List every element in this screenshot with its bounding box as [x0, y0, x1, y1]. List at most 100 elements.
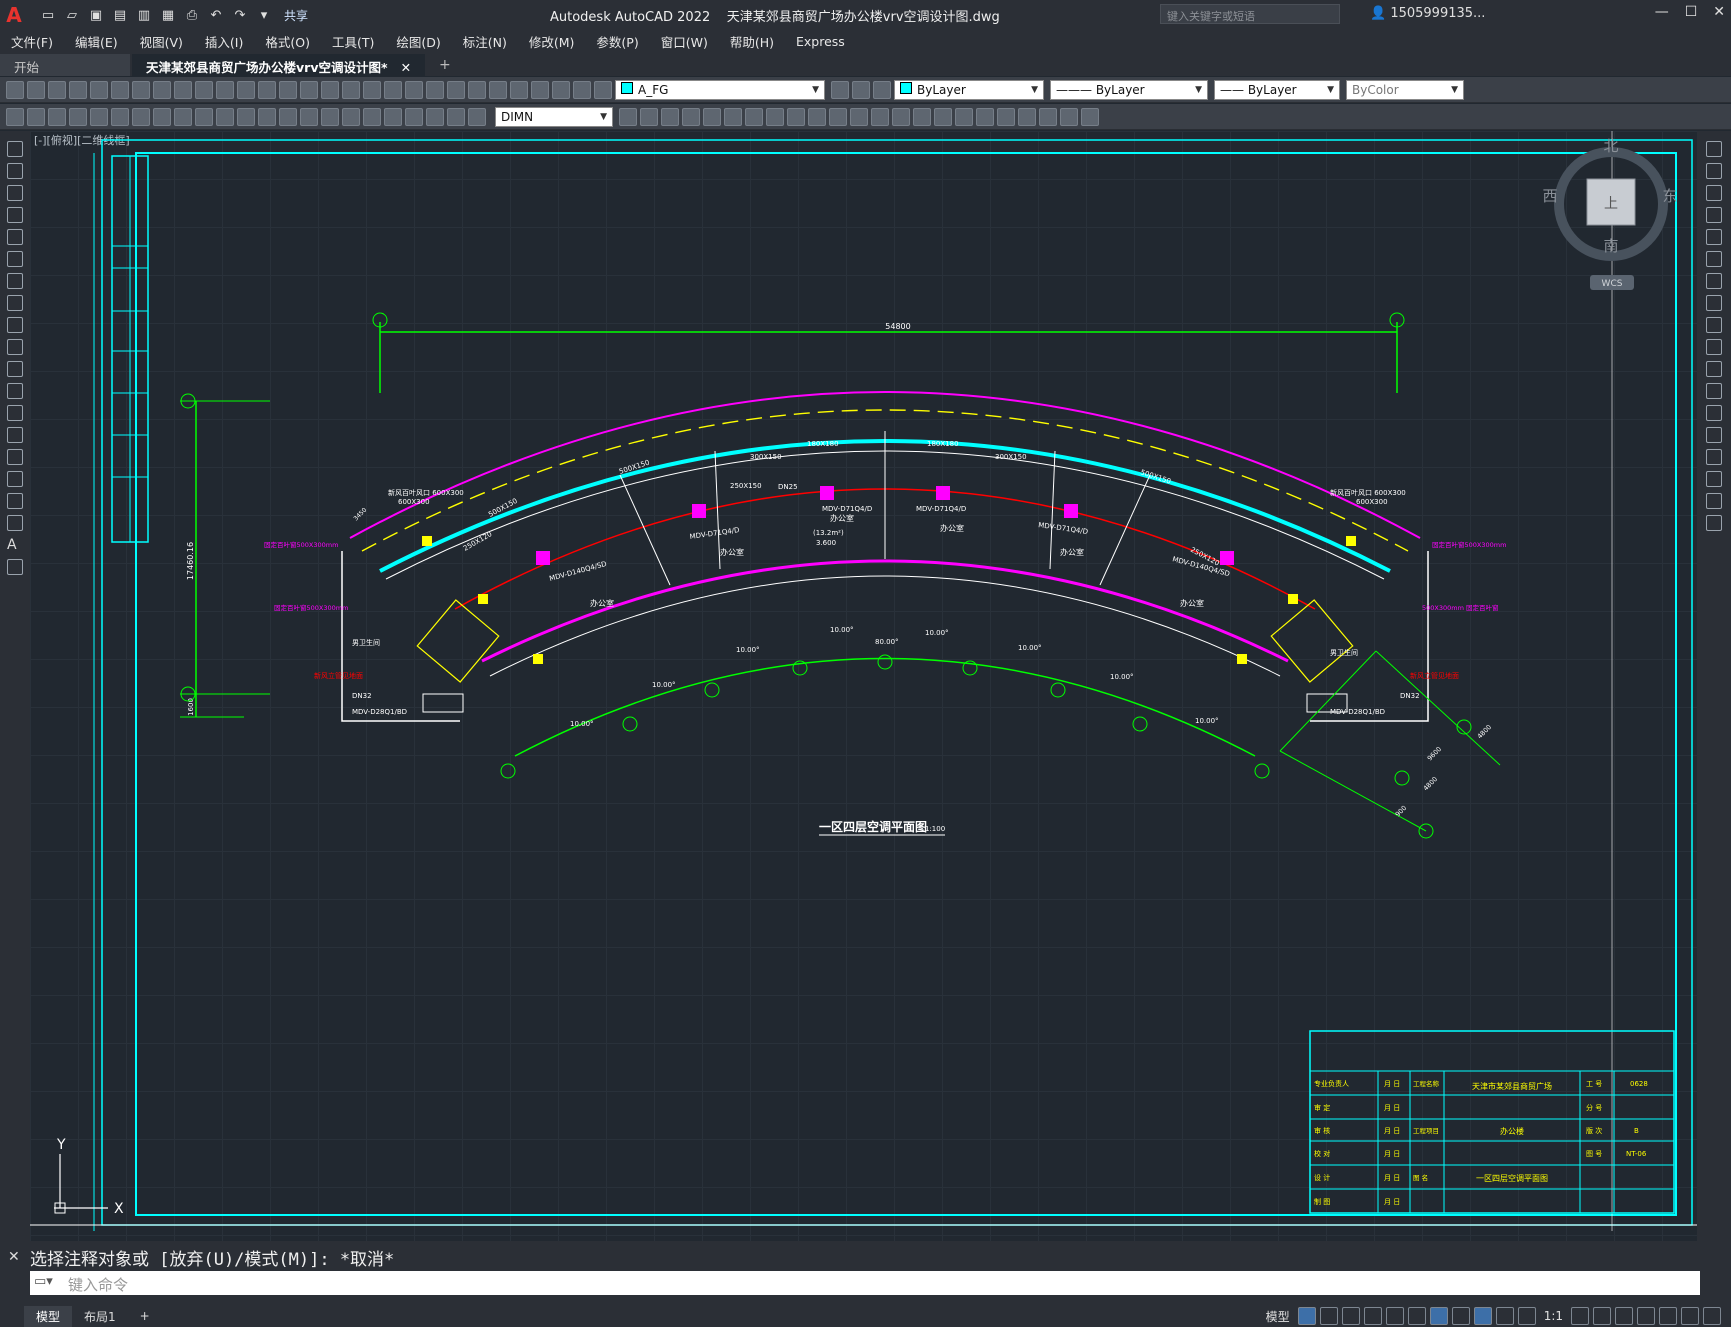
auto-scale-icon[interactable] — [1495, 1307, 1514, 1325]
new-tab-button[interactable]: + — [427, 54, 463, 76]
join-icon[interactable] — [1706, 427, 1722, 443]
menu-format[interactable]: 格式(O) — [254, 32, 321, 51]
menu-view[interactable]: 视图(V) — [129, 32, 194, 51]
indoor-unit[interactable] — [820, 486, 834, 500]
save-as-icon[interactable]: ▤ — [110, 5, 130, 25]
viewcube-west[interactable]: 西 — [1542, 187, 1557, 205]
indoor-unit[interactable] — [1220, 551, 1234, 565]
break-icon[interactable] — [1706, 405, 1722, 421]
tool-palette-icon[interactable] — [426, 80, 444, 99]
scale-icon[interactable] — [787, 107, 805, 126]
block-icon[interactable] — [237, 80, 255, 99]
spline-icon[interactable] — [7, 317, 23, 333]
viewcube-top[interactable]: 上 — [1604, 196, 1618, 212]
redo-icon[interactable]: ↷ — [230, 5, 250, 25]
arc-length-icon[interactable] — [111, 107, 129, 126]
rotate-icon[interactable] — [766, 107, 784, 126]
drawing-canvas[interactable]: [-][俯视][二维线框] 54800 17460.16 1600 10.00°… — [30, 131, 1697, 1241]
undo-icon[interactable]: ↶ — [206, 5, 226, 25]
annotation-visibility-icon[interactable] — [1473, 1307, 1492, 1325]
layer-select[interactable]: A_FG ▼ — [615, 79, 825, 100]
publish-icon[interactable] — [111, 80, 129, 99]
close-icon[interactable]: ✕ — [1713, 4, 1725, 20]
scale-icon[interactable] — [1706, 295, 1722, 311]
minimize-icon[interactable]: — — [1655, 4, 1669, 20]
jogged-dim-icon[interactable] — [174, 107, 192, 126]
clean-screen-icon[interactable] — [1681, 1307, 1699, 1325]
chamfer-icon[interactable] — [913, 107, 931, 126]
block-edit-icon[interactable] — [48, 107, 66, 126]
dim-update-icon[interactable] — [468, 107, 486, 126]
linear-dim-icon[interactable] — [69, 107, 87, 126]
menu-draw[interactable]: 绘图(D) — [385, 32, 451, 51]
point-icon[interactable] — [7, 427, 23, 443]
viewcube[interactable]: 上 北 南 西 东 WCS — [1542, 137, 1678, 290]
close-icon[interactable]: ✕ — [8, 1249, 20, 1265]
stretch-icon[interactable] — [808, 107, 826, 126]
scale-value[interactable]: 1:1 — [1540, 1309, 1567, 1323]
explode-icon[interactable] — [1706, 515, 1722, 531]
menu-file[interactable]: 文件(F) — [0, 32, 64, 51]
jogged-linear-icon[interactable] — [405, 107, 423, 126]
tab-close-icon[interactable]: ✕ — [392, 60, 411, 75]
angular-dim-icon[interactable] — [216, 107, 234, 126]
menu-help[interactable]: 帮助(H) — [719, 32, 785, 51]
send-back-icon[interactable] — [1081, 107, 1099, 126]
markup-icon[interactable] — [468, 80, 486, 99]
revcloud-icon[interactable] — [7, 295, 23, 311]
insert-block-icon[interactable] — [7, 383, 23, 399]
plotstyle-select[interactable]: ByColor ▼ — [1346, 79, 1464, 100]
viewcube-north[interactable]: 北 — [1603, 137, 1618, 155]
osnap-icon[interactable] — [1429, 1307, 1448, 1325]
isodraft-icon[interactable] — [1385, 1307, 1404, 1325]
indoor-unit[interactable] — [536, 551, 550, 565]
table-icon[interactable] — [7, 515, 23, 531]
layer-on-icon[interactable] — [552, 80, 570, 99]
center-mark-icon[interactable] — [363, 107, 381, 126]
command-input[interactable]: ▭▾ 键入命令 — [30, 1271, 1700, 1295]
zoom-icon[interactable] — [321, 80, 339, 99]
viewcube-east[interactable]: 东 — [1662, 187, 1677, 205]
color-select[interactable]: ByLayer ▼ — [894, 79, 1044, 100]
tab-start[interactable]: 开始 — [0, 54, 130, 76]
polyline-icon[interactable] — [7, 185, 23, 201]
pan-icon[interactable] — [300, 80, 318, 99]
blend-icon[interactable] — [1706, 493, 1722, 509]
menu-window[interactable]: 窗口(W) — [650, 32, 719, 51]
annotation-monitor-icon[interactable] — [1593, 1307, 1611, 1325]
menu-tools[interactable]: 工具(T) — [321, 32, 385, 51]
menu-insert[interactable]: 插入(I) — [194, 32, 254, 51]
open-icon[interactable]: ▱ — [62, 5, 82, 25]
copy-obj-icon[interactable] — [661, 107, 679, 126]
quick-select-icon[interactable] — [6, 107, 24, 126]
3d-icon[interactable] — [132, 80, 150, 99]
trim-icon[interactable] — [1706, 339, 1722, 355]
mirror-icon[interactable] — [682, 107, 700, 126]
share-button[interactable]: 共享 — [284, 7, 308, 24]
chamfer-icon[interactable] — [1706, 449, 1722, 465]
indoor-unit[interactable] — [1064, 504, 1078, 518]
ellipse-arc-icon[interactable] — [7, 361, 23, 377]
copy-icon[interactable] — [174, 80, 192, 99]
layer-manager-icon[interactable] — [531, 80, 549, 99]
command-prompt-icon[interactable]: ▭▾ — [34, 1274, 53, 1289]
design-center-icon[interactable] — [405, 80, 423, 99]
tab-layout1[interactable]: 布局1 — [72, 1306, 128, 1327]
dropdown-icon[interactable]: ▾ — [254, 5, 274, 25]
cut-icon[interactable] — [153, 80, 171, 99]
radius-dim-icon[interactable] — [153, 107, 171, 126]
isolate-icon[interactable] — [1637, 1307, 1655, 1325]
redo-icon[interactable] — [279, 80, 297, 99]
make-current-icon[interactable] — [831, 80, 849, 99]
inspect-icon[interactable] — [384, 107, 402, 126]
offset-icon[interactable] — [1706, 207, 1722, 223]
ungroup-icon[interactable] — [1018, 107, 1036, 126]
paste-icon[interactable] — [195, 80, 213, 99]
object-track-icon[interactable] — [1407, 1307, 1426, 1325]
menu-express[interactable]: Express — [785, 34, 856, 49]
dim-edit-icon[interactable] — [426, 107, 444, 126]
indoor-unit[interactable] — [936, 486, 950, 500]
model-space-label[interactable]: 模型 — [1262, 1308, 1294, 1325]
layer-lock-icon[interactable] — [594, 80, 612, 99]
save-icon[interactable]: ▣ — [86, 5, 106, 25]
